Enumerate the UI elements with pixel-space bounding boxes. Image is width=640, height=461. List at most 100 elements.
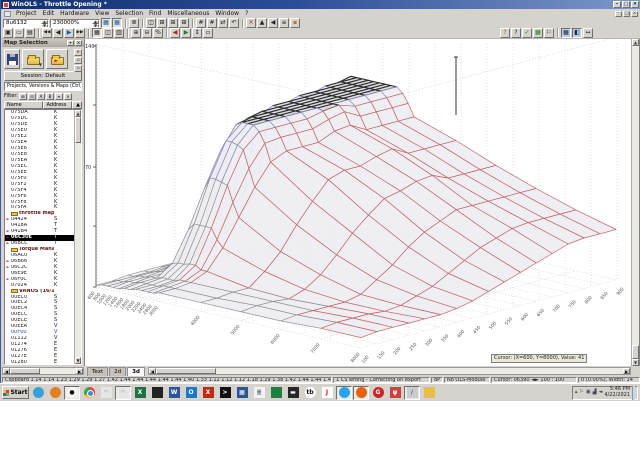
taskbar-item-swoosh-b[interactable]: ◠ — [115, 385, 131, 400]
show-addresses-button[interactable]: # — [207, 18, 217, 28]
map-row[interactable]: 06AC0 K — [5, 252, 74, 259]
increase-button[interactable]: ▲ — [257, 18, 267, 28]
back-button[interactable]: ◀ — [268, 18, 278, 28]
menu-item-edit[interactable]: Edit — [40, 10, 58, 17]
filter-button[interactable]: ⊞ — [18, 92, 27, 100]
view-mode-b-button[interactable]: ◧ — [572, 28, 582, 38]
delete-button[interactable]: × — [246, 18, 256, 28]
filter-button[interactable]: B — [45, 92, 54, 100]
tray-flag-icon[interactable]: ⚐ — [579, 390, 583, 395]
taskbar-item-orange-app[interactable] — [47, 386, 63, 400]
map-row[interactable]: 075F4 K — [5, 187, 74, 193]
map-grid-button[interactable]: ▦ — [92, 28, 102, 38]
map-row[interactable]: 075DA K — [5, 110, 74, 116]
filter-button[interactable]: A — [36, 92, 45, 100]
mdi-restore-icon[interactable]: □ — [623, 10, 630, 17]
chart-scroll-up-icon[interactable]: ▲ — [632, 39, 639, 46]
grid-large-button[interactable]: ⊞ — [179, 18, 189, 28]
session-button[interactable]: Session: Default — [4, 71, 82, 81]
taskbar-item-clap-app[interactable]: ▬ — [285, 386, 301, 400]
tray-network-icon[interactable]: ▟ — [593, 390, 597, 395]
chart-hscrollbar[interactable]: ◀ ▶ — [147, 367, 631, 375]
open-project-button[interactable]: ▼ — [22, 49, 44, 69]
mdi-document-icon[interactable] — [4, 10, 11, 17]
filter-button[interactable]: ≡ — [54, 92, 63, 100]
import-file-button[interactable] — [46, 49, 68, 69]
mdi-minimize-icon[interactable]: – — [615, 10, 622, 17]
window-a-button[interactable]: ▭ — [14, 28, 24, 38]
prev-map-button[interactable]: ◀ — [53, 28, 63, 38]
pin-panel-button[interactable]: ▫ — [74, 57, 82, 64]
save-project-button[interactable] — [4, 49, 20, 69]
tray-volume-icon[interactable]: ◄ — [599, 390, 603, 395]
map-row[interactable]: 075EE K — [5, 169, 74, 175]
map-row[interactable]: ► 06B66 K — [5, 258, 74, 264]
taskbar-item-tb-app[interactable]: tb — [302, 386, 318, 400]
tree-mode-combo-spinner[interactable]: ▲▼ — [80, 83, 81, 90]
column-header-name[interactable]: Name — [4, 101, 44, 109]
scale-button[interactable]: ↕ — [192, 28, 202, 38]
menu-item-miscellaneous[interactable]: Miscellaneous — [164, 10, 212, 17]
taskbar-item-browser-circle-app[interactable] — [353, 385, 369, 400]
tile-windows-button[interactable]: ◫ — [103, 28, 113, 38]
scroll-up-icon[interactable]: ▲ — [75, 110, 81, 117]
tray-expand-icon[interactable]: ▴ — [575, 390, 578, 395]
dock-panel-button[interactable]: ▫ — [74, 65, 82, 72]
taskbar-item-red-x-app[interactable]: X — [200, 386, 216, 400]
scroll-thumb[interactable] — [75, 117, 81, 143]
map-row[interactable]: 075F2 K — [5, 181, 74, 187]
taskbar-item-green-app[interactable] — [268, 386, 284, 400]
help-button[interactable]: ? — [511, 28, 521, 38]
map-row[interactable]: 075F8 K — [5, 199, 74, 205]
start-button[interactable]: Start — [2, 386, 29, 399]
apply-button[interactable]: ✓ — [522, 28, 532, 38]
filter-button[interactable]: × — [63, 92, 72, 100]
save-button[interactable]: ▣ — [3, 28, 13, 38]
map-row[interactable]: 075E6 K — [5, 146, 74, 152]
map-row[interactable]: 075DE K — [5, 122, 74, 128]
map-row[interactable]: 075EC K — [5, 163, 74, 169]
tab-text[interactable]: Text — [87, 366, 109, 376]
tree-mode-combo[interactable]: Projects, Versions & Maps (Ctrl ▲▼ — [4, 82, 82, 91]
taskbar-item-winols-app[interactable]: ● — [64, 385, 80, 400]
menu-item-hardware[interactable]: Hardware — [57, 10, 92, 17]
view-mode-a-button[interactable]: ▦ — [561, 28, 571, 38]
taskbar-item-terminal-app[interactable]: > — [217, 386, 233, 400]
map-row[interactable]: 075F0 K — [5, 175, 74, 181]
map-row[interactable]: 00EC2 S — [5, 300, 74, 306]
menu-item-find[interactable]: Find — [146, 10, 164, 17]
taskbar-item-swoosh-a[interactable]: ◠ — [98, 386, 114, 400]
zoom-in-button[interactable]: ⊕ — [131, 28, 141, 38]
compare-button[interactable]: ⇄ — [218, 18, 228, 28]
blank-button[interactable]: ▫ — [203, 28, 213, 38]
map-row[interactable]: ► 041B4 T — [5, 229, 74, 235]
map-row[interactable]: 075F6 K — [5, 193, 74, 199]
menu-item-view[interactable]: View — [92, 10, 112, 17]
tab-3d[interactable]: 3d — [127, 366, 145, 376]
title-bar[interactable]: WinOLS - Throttle Opening * – □ × — [1, 0, 640, 9]
show-desktop-button[interactable] — [632, 385, 635, 400]
show-values-button[interactable]: # — [196, 18, 206, 28]
panel-menu-icon[interactable]: ▾ — [67, 40, 74, 46]
flag-button[interactable]: ⚐ — [544, 28, 554, 38]
first-map-button[interactable]: ◀◀ — [42, 28, 52, 38]
taskbar-item-wrench-app[interactable]: ∕ — [404, 385, 420, 400]
fit-width-button[interactable]: ↔ — [583, 28, 593, 38]
map-3d-view[interactable]: 140 70 600 800 1000 1200 1400 1600 1800 2000 2200 2… — [85, 39, 631, 366]
maximize-icon[interactable]: □ — [622, 1, 630, 8]
map-row[interactable]: 075E0 K — [5, 128, 74, 134]
map-row[interactable]: 075E8 K — [5, 152, 74, 158]
undo-button[interactable]: ↶ — [229, 18, 239, 28]
taskbar-item-folder-app[interactable] — [421, 386, 437, 400]
menu-item-project[interactable]: Project — [13, 10, 40, 17]
view-text-button[interactable]: ≣ — [129, 18, 139, 28]
context-help-button[interactable]: ? — [500, 28, 510, 38]
taskbar-item-bird-app[interactable] — [336, 385, 352, 400]
taskbar-item-word[interactable]: W — [166, 386, 182, 400]
grid-medium-button[interactable]: ⊞ — [168, 18, 178, 28]
checksum-button[interactable]: ▦ — [533, 28, 543, 38]
chart-scroll-thumb[interactable] — [632, 345, 639, 359]
close-panel-button[interactable]: × — [74, 49, 82, 56]
minimize-icon[interactable]: – — [613, 1, 621, 8]
record-button[interactable]: ▪ — [290, 18, 300, 28]
